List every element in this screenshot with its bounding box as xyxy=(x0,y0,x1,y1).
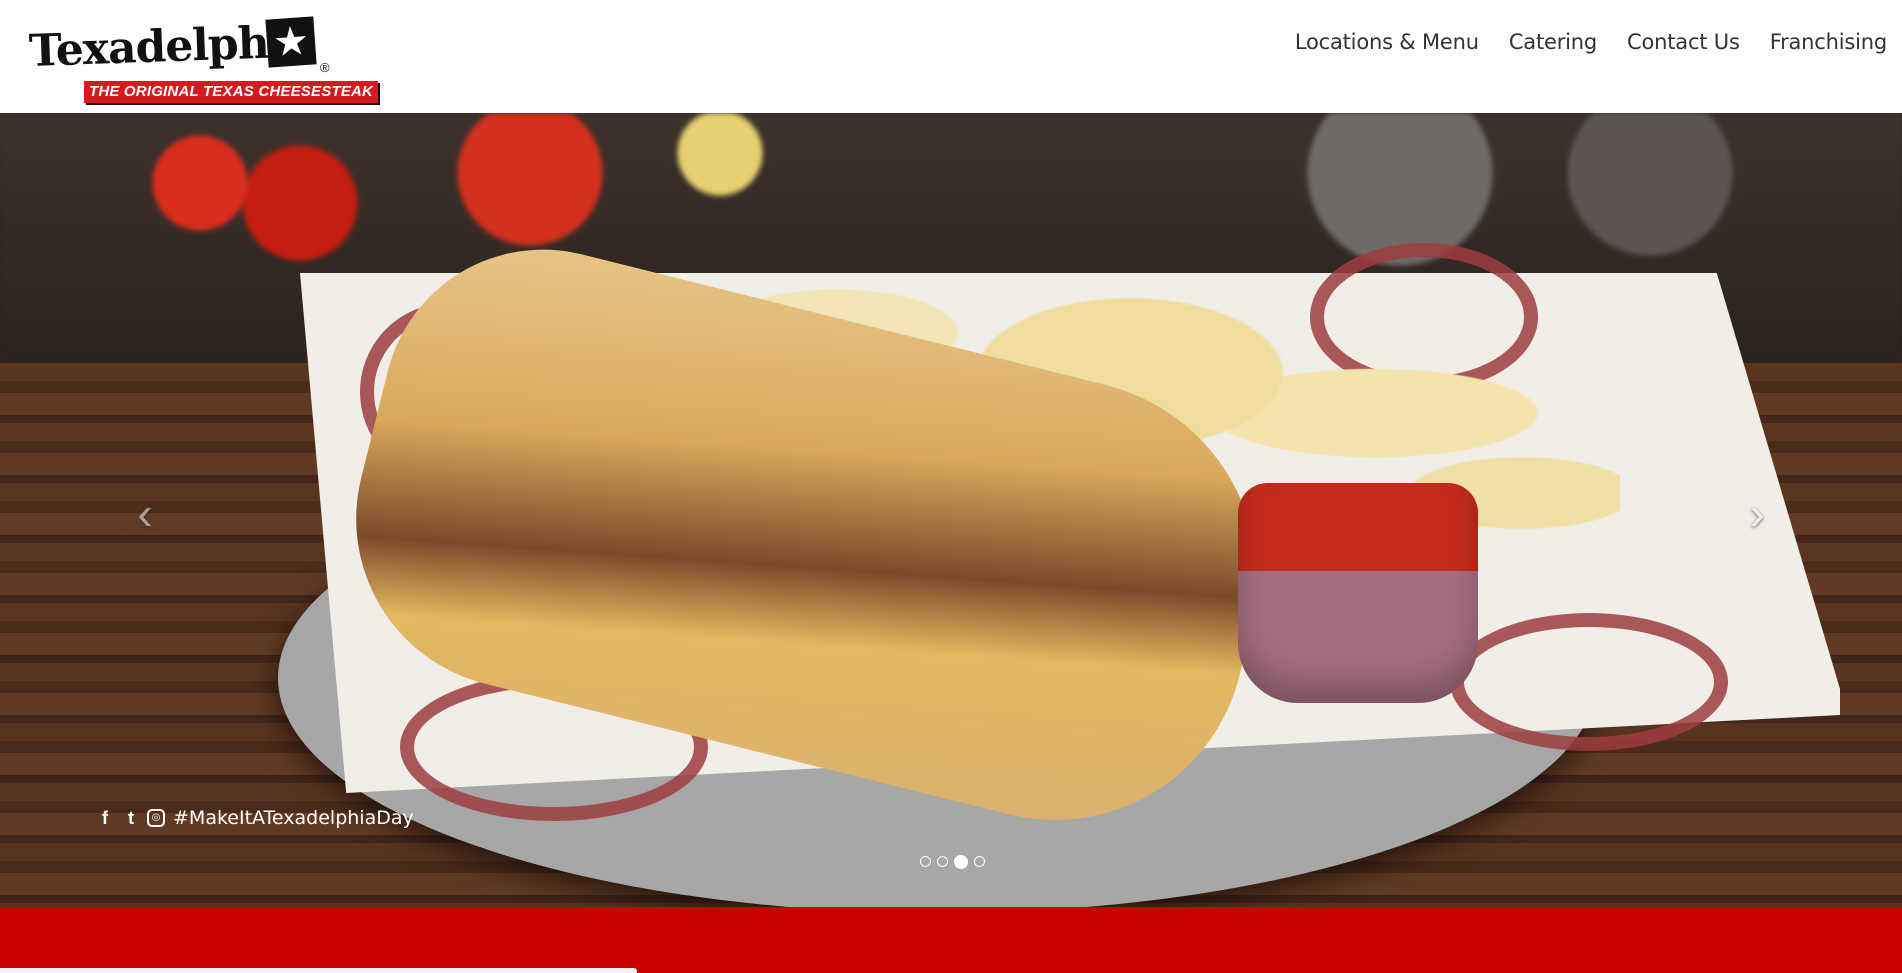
carousel-dot-1[interactable] xyxy=(920,856,931,867)
instagram-icon[interactable]: ◎ xyxy=(147,809,165,827)
social-links: f t ◎ #MakeItATexadelphiaDay xyxy=(95,807,414,829)
site-header: Texadelphia ★ ® THE ORIGINAL TEXAS CHEES… xyxy=(0,0,1902,113)
carousel-dot-4[interactable] xyxy=(974,856,985,867)
texadelphia-logo[interactable]: Texadelphia ★ ® THE ORIGINAL TEXAS CHEES… xyxy=(28,16,380,104)
overlay-strip xyxy=(0,968,637,973)
carousel-next-arrow-icon[interactable]: › xyxy=(1737,483,1777,543)
twitter-icon[interactable]: t xyxy=(121,808,141,828)
carousel-prev-arrow-icon[interactable]: ‹ xyxy=(125,483,165,543)
logo-tagline: THE ORIGINAL TEXAS CHEESESTEAK xyxy=(84,81,378,103)
carousel-dot-2[interactable] xyxy=(937,856,948,867)
carousel-indicators xyxy=(920,854,985,869)
hashtag-text: #MakeItATexadelphiaDay xyxy=(173,807,414,829)
salsa-cup xyxy=(1238,483,1478,703)
nav-locations-menu[interactable]: Locations & Menu xyxy=(1295,30,1479,54)
hero-carousel: ‹ › f t ◎ #MakeItATexadelphiaDay xyxy=(0,113,1902,907)
paper-seal-stamp xyxy=(1450,613,1728,751)
nav-contact-us[interactable]: Contact Us xyxy=(1627,30,1740,54)
main-nav: Locations & Menu Catering Contact Us Fra… xyxy=(1295,30,1887,54)
logo-registered-mark: ® xyxy=(320,60,330,75)
facebook-icon[interactable]: f xyxy=(95,808,115,828)
nav-franchising[interactable]: Franchising xyxy=(1770,30,1887,54)
red-section-band xyxy=(0,907,1902,973)
nav-catering[interactable]: Catering xyxy=(1509,30,1597,54)
logo-star-icon: ★ xyxy=(265,16,317,68)
carousel-dot-3[interactable] xyxy=(954,854,968,869)
